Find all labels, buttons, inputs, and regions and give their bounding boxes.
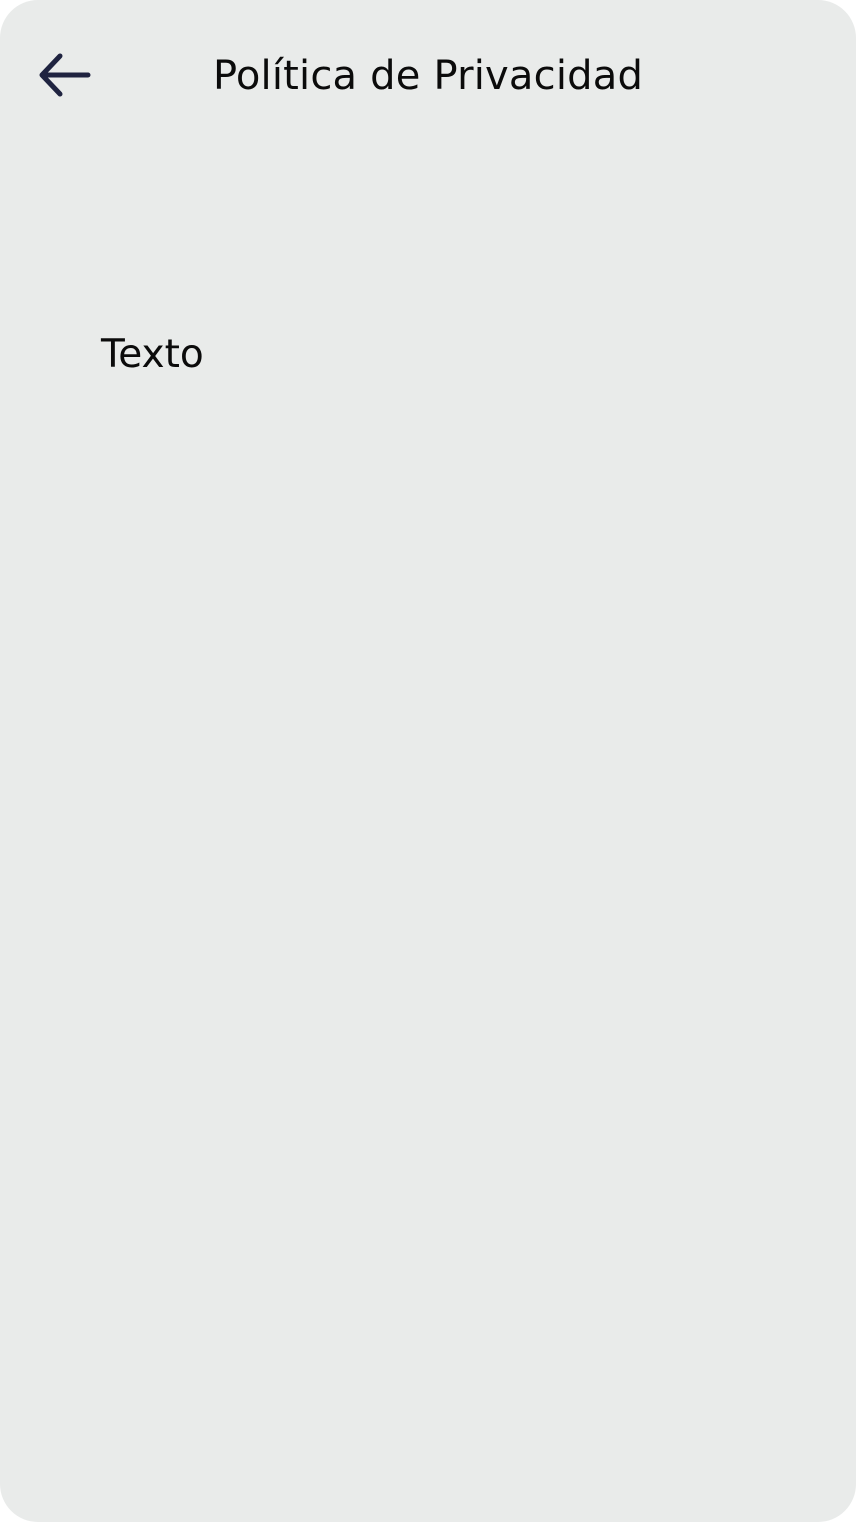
- privacy-policy-screen: Política de Privacidad Texto: [0, 0, 856, 1522]
- header-bar: Política de Privacidad: [0, 0, 856, 150]
- page-title: Política de Privacidad: [212, 53, 644, 99]
- privacy-policy-content: Texto: [101, 328, 801, 382]
- policy-text: Texto: [101, 332, 204, 377]
